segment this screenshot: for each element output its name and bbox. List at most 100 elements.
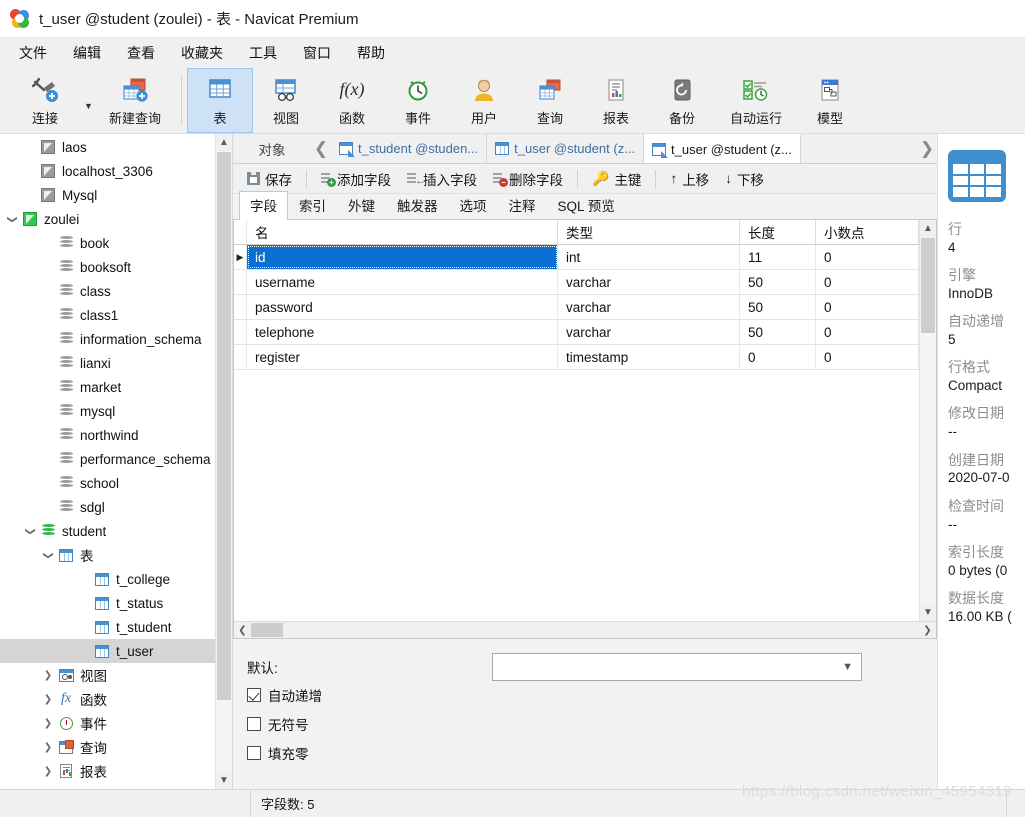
menu-item-favorites[interactable]: 收藏夹 — [168, 39, 236, 67]
tree-item-class[interactable]: class — [0, 279, 232, 303]
tree-item--[interactable]: 视图 — [0, 663, 232, 687]
sub-tab-4[interactable]: 选项 — [449, 191, 498, 219]
table-row[interactable]: telephone varchar 50 0 — [234, 320, 919, 345]
tree-twisty-open-icon[interactable] — [4, 214, 20, 225]
toolbar-new-query-button[interactable]: 新建查询 — [94, 68, 176, 133]
objects-label[interactable]: 对象 — [233, 134, 311, 163]
toolbar-function-button[interactable]: f(x) 函数 — [319, 68, 385, 133]
unsigned-checkbox[interactable] — [247, 716, 261, 731]
tree-item-northwind[interactable]: northwind — [0, 423, 232, 447]
cell-field-type[interactable]: varchar — [558, 270, 740, 294]
tree-item--[interactable]: 查询 — [0, 735, 232, 759]
sub-tab-5[interactable]: 注释 — [498, 191, 547, 219]
cell-field-type[interactable]: int — [558, 245, 740, 269]
cell-field-length[interactable]: 0 — [740, 345, 816, 369]
sidebar-scroll-down-button[interactable]: ▼ — [216, 772, 232, 789]
zerofill-checkbox[interactable] — [247, 745, 261, 760]
tree-item-t_user[interactable]: t_user — [0, 639, 232, 663]
toolbar-view-button[interactable]: 视图 — [253, 68, 319, 133]
zerofill-row[interactable]: 填充零 — [247, 738, 937, 767]
column-header-decimals[interactable]: 小数点 — [816, 220, 919, 244]
column-header-type[interactable]: 类型 — [558, 220, 740, 244]
auto-increment-row[interactable]: 自动递增 — [247, 680, 937, 709]
move-up-button[interactable]: 上移 — [662, 167, 717, 191]
menu-item-view[interactable]: 查看 — [114, 39, 168, 67]
toolbar-event-button[interactable]: 事件 — [385, 68, 451, 133]
cell-field-decimals[interactable]: 0 — [816, 270, 919, 294]
toolbar-model-button[interactable]: 模型 — [797, 68, 863, 133]
column-header-length[interactable]: 长度 — [740, 220, 816, 244]
table-row[interactable]: ▶ id int 11 0 — [234, 245, 919, 270]
tab-scroll-left-icon[interactable]: ❮ — [311, 134, 331, 163]
editor-tab-t-student-design[interactable]: t_student @studen... — [331, 134, 488, 163]
tree-item-localhost_3306[interactable]: localhost_3306 — [0, 159, 232, 183]
tree-twisty-closed-icon[interactable] — [40, 766, 56, 777]
toolbar-connection-button[interactable]: 连接 — [4, 68, 86, 133]
tree-item-mysql[interactable]: mysql — [0, 399, 232, 423]
default-value-select[interactable]: ▼ — [492, 652, 862, 681]
cell-field-name[interactable]: telephone — [247, 320, 558, 344]
tree-item-market[interactable]: market — [0, 375, 232, 399]
grid-horizontal-scrollbar[interactable]: ❮ ❯ — [234, 621, 936, 638]
column-header-name[interactable]: 名 — [247, 220, 558, 244]
cell-field-length[interactable]: 50 — [740, 270, 816, 294]
insert-field-button[interactable]: ← 插入字段 — [399, 167, 485, 191]
cell-field-decimals[interactable]: 0 — [816, 295, 919, 319]
cell-field-name[interactable]: username — [247, 270, 558, 294]
tree-item-mysql[interactable]: Mysql — [0, 183, 232, 207]
tree-twisty-closed-icon[interactable] — [40, 718, 56, 729]
tree-twisty-closed-icon[interactable] — [40, 670, 56, 681]
tab-scroll-right-icon[interactable]: ❯ — [917, 134, 937, 163]
table-row[interactable]: username varchar 50 0 — [234, 270, 919, 295]
table-row[interactable]: password varchar 50 0 — [234, 295, 919, 320]
tree-item-school[interactable]: school — [0, 471, 232, 495]
menu-item-help[interactable]: 帮助 — [344, 39, 398, 67]
grid-scroll-left-button[interactable]: ❮ — [234, 625, 251, 636]
primary-key-button[interactable]: 🔑 主键 — [584, 167, 649, 191]
sub-tab-6[interactable]: SQL 预览 — [547, 191, 626, 219]
tree-item-lianxi[interactable]: lianxi — [0, 351, 232, 375]
grid-scroll-up-button[interactable]: ▲ — [920, 220, 936, 237]
auto-increment-checkbox[interactable] — [247, 687, 261, 702]
tree-item-booksoft[interactable]: booksoft — [0, 255, 232, 279]
tree-twisty-closed-icon[interactable] — [40, 742, 56, 753]
editor-tab-t-user-design[interactable]: t_user @student (z... — [644, 134, 801, 163]
tree-item-t_college[interactable]: t_college — [0, 567, 232, 591]
cell-field-name[interactable]: id — [247, 245, 558, 269]
tree-item--[interactable]: fx 函数 — [0, 687, 232, 711]
tree-twisty-open-icon[interactable] — [40, 550, 56, 561]
menu-item-edit[interactable]: 编辑 — [60, 39, 114, 67]
grid-scroll-thumb[interactable] — [921, 238, 935, 333]
cell-field-name[interactable]: password — [247, 295, 558, 319]
menu-item-window[interactable]: 窗口 — [290, 39, 344, 67]
grid-hscroll-thumb[interactable] — [251, 623, 283, 637]
add-field-button[interactable]: + 添加字段 — [313, 167, 399, 191]
tree-item-information_schema[interactable]: information_schema — [0, 327, 232, 351]
toolbar-backup-button[interactable]: 备份 — [649, 68, 715, 133]
toolbar-report-button[interactable]: 报表 — [583, 68, 649, 133]
editor-tab-t-user-data[interactable]: t_user @student (z... — [487, 134, 645, 163]
tree-item-zoulei[interactable]: zoulei — [0, 207, 232, 231]
tree-item-class1[interactable]: class1 — [0, 303, 232, 327]
field-grid-rows[interactable]: ▶ id int 11 0 username varchar 50 0 password varch… — [234, 245, 919, 621]
object-tree[interactable]: laos localhost_3306 Mysql zouleibook booksof… — [0, 134, 232, 783]
tree-item-performance_schema[interactable]: performance_schema — [0, 447, 232, 471]
grid-vertical-scrollbar[interactable]: ▲ ▼ — [919, 220, 936, 621]
table-row[interactable]: register timestamp 0 0 — [234, 345, 919, 370]
tree-item--[interactable]: 事件 — [0, 711, 232, 735]
cell-field-name[interactable]: register — [247, 345, 558, 369]
tree-twisty-open-icon[interactable] — [22, 526, 38, 537]
cell-field-length[interactable]: 50 — [740, 295, 816, 319]
sidebar-scroll-up-button[interactable]: ▲ — [216, 134, 232, 151]
designer-sub-tabs[interactable]: 字段 索引 外键 触发器 选项 注释 SQL 预览 — [233, 191, 937, 220]
sub-tab-2[interactable]: 外键 — [337, 191, 386, 219]
move-down-button[interactable]: 下移 — [717, 167, 772, 191]
save-button[interactable]: 保存 — [239, 167, 300, 191]
tree-item-student[interactable]: student — [0, 519, 232, 543]
unsigned-row[interactable]: 无符号 — [247, 709, 937, 738]
menu-item-tools[interactable]: 工具 — [236, 39, 290, 67]
tree-item--[interactable]: 报表 — [0, 759, 232, 783]
toolbar-table-button[interactable]: 表 — [187, 68, 253, 133]
cell-field-type[interactable]: varchar — [558, 320, 740, 344]
sidebar-scroll-thumb[interactable] — [217, 152, 231, 700]
